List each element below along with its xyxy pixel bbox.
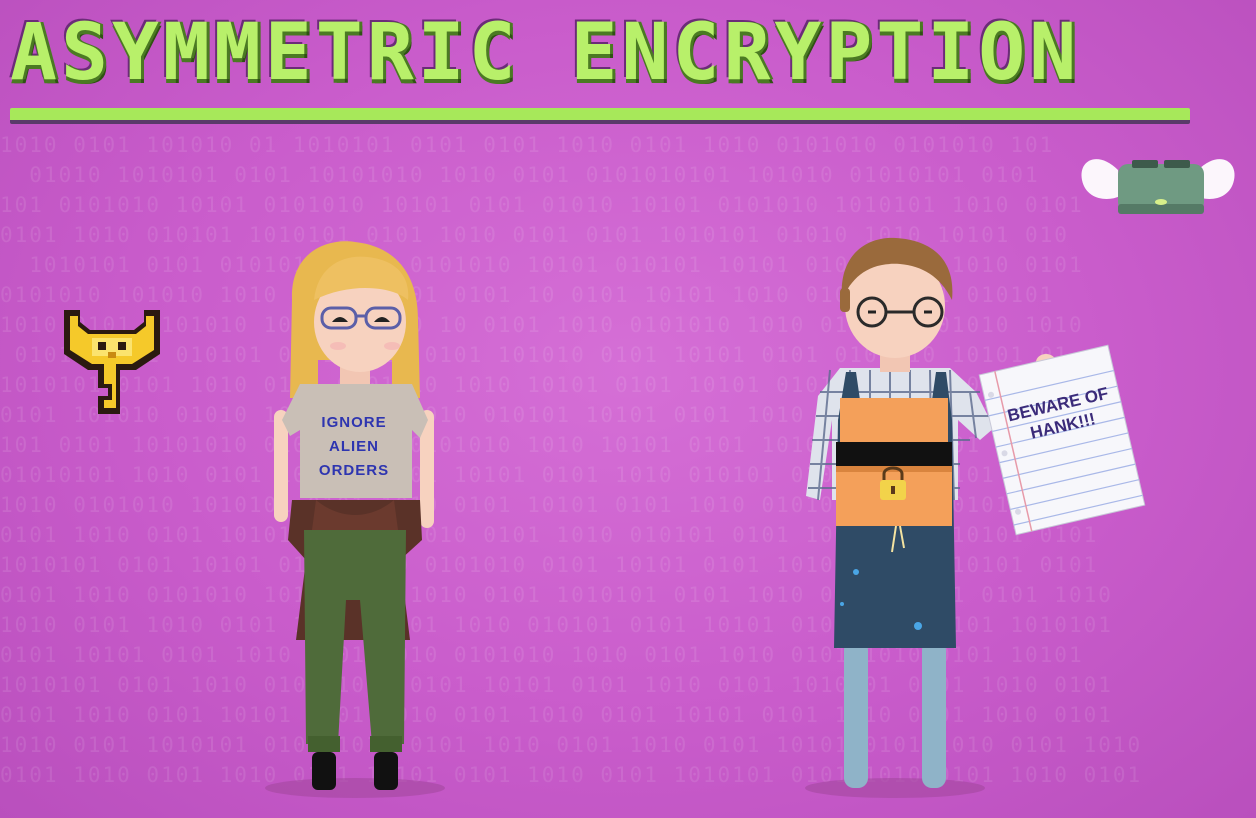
character-left: IGNORE ALIEN ORDERS — [265, 241, 445, 798]
warning-note: BEWARE OF HANK!!! — [978, 344, 1146, 536]
winged-toaster-icon — [1081, 159, 1235, 214]
shirt-line-2: ALIEN — [329, 438, 379, 455]
shirt-line-3: ORDERS — [319, 462, 389, 479]
key-icon — [64, 310, 160, 414]
illustration-scene: IGNORE ALIEN ORDERS BEWARE OF HANK!!! — [64, 159, 1235, 798]
shirt-line-1: IGNORE — [321, 414, 386, 431]
locked-box — [836, 398, 952, 526]
